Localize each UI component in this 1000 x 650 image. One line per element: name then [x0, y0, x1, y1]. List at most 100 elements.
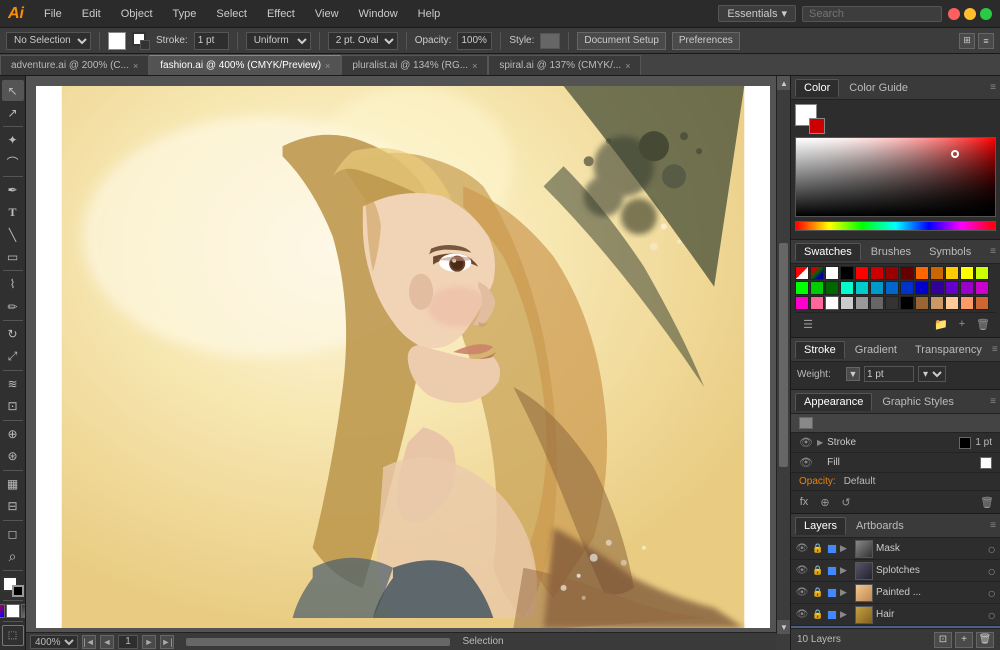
- tab-close-fashion[interactable]: ×: [325, 61, 330, 71]
- eraser-tool-button[interactable]: ◻: [2, 524, 24, 545]
- swatch-black[interactable]: [900, 296, 914, 310]
- new-swatch-btn[interactable]: +: [953, 315, 971, 333]
- scroll-down-arrow[interactable]: ▼: [777, 620, 790, 634]
- swatch-red[interactable]: [855, 266, 869, 280]
- free-transform-tool-button[interactable]: ⊡: [2, 396, 24, 417]
- swatch-darkgreen[interactable]: [810, 281, 824, 295]
- column-graph-tool-button[interactable]: ▦: [2, 474, 24, 495]
- stroke-expand-arrow[interactable]: ▶: [817, 438, 823, 447]
- hue-slider[interactable]: [795, 221, 996, 231]
- zoom-tool-button[interactable]: ⌕: [2, 546, 24, 567]
- weight-decrement-btn[interactable]: ▼: [846, 367, 860, 381]
- painted-lock-icon[interactable]: 🔒: [812, 587, 824, 598]
- swatch-white[interactable]: [825, 296, 839, 310]
- rotate-tool-button[interactable]: ↻: [2, 324, 24, 345]
- lasso-tool-button[interactable]: ⌒: [2, 152, 24, 173]
- selection-tool-button[interactable]: ↖: [2, 80, 24, 101]
- tab-adventure[interactable]: adventure.ai @ 200% (C... ×: [0, 55, 149, 75]
- selection-type-dropdown[interactable]: No Selection: [6, 32, 91, 50]
- add-effect-btn[interactable]: fx: [795, 493, 813, 511]
- scroll-up-arrow[interactable]: ▲: [777, 76, 790, 90]
- fill-appearance-swatch[interactable]: [980, 457, 992, 469]
- panel-toggle-button[interactable]: ⊞: [959, 33, 975, 49]
- make-sublayer-btn[interactable]: ⊡: [934, 632, 952, 648]
- window-maximize-button[interactable]: [980, 8, 992, 20]
- menu-view[interactable]: View: [311, 6, 343, 22]
- stroke-panel-collapse[interactable]: ≡: [992, 344, 998, 355]
- first-page-button[interactable]: |◄: [82, 635, 96, 649]
- window-minimize-button[interactable]: [964, 8, 976, 20]
- brush-size-dropdown[interactable]: 2 pt. Oval: [328, 32, 398, 50]
- swatch-darkmaroon[interactable]: [900, 266, 914, 280]
- swatch-lightpink[interactable]: [810, 296, 824, 310]
- page-number-input[interactable]: [118, 635, 138, 649]
- painted-expand-arrow[interactable]: ▶: [840, 587, 852, 598]
- color-gradient-picker[interactable]: [795, 137, 996, 217]
- swatch-orange[interactable]: [915, 266, 929, 280]
- swatch-maroon[interactable]: [885, 266, 899, 280]
- layers-tab[interactable]: Layers: [795, 517, 846, 535]
- stroke-weight-input[interactable]: [864, 366, 914, 382]
- stroke-visibility-icon[interactable]: 👁: [799, 436, 813, 449]
- scale-tool-button[interactable]: ⤢: [2, 346, 24, 367]
- stroke-inner-swatch[interactable]: [140, 40, 150, 50]
- splotches-lock-icon[interactable]: 🔒: [812, 565, 824, 576]
- swatch-darkblue[interactable]: [900, 281, 914, 295]
- canvas-vertical-scrollbar[interactable]: ▲ ▼: [776, 76, 790, 634]
- arrange-button[interactable]: ≡: [978, 33, 994, 49]
- fill-visibility-icon[interactable]: 👁: [799, 456, 813, 469]
- line-tool-button[interactable]: ╲: [2, 224, 24, 245]
- stroke-tab[interactable]: Stroke: [795, 341, 845, 359]
- pen-tool-button[interactable]: ✒: [2, 180, 24, 201]
- style-swatch[interactable]: [540, 33, 560, 49]
- tab-close-spiral[interactable]: ×: [625, 61, 630, 71]
- opacity-link[interactable]: Opacity:: [799, 476, 836, 487]
- swatches-tab[interactable]: Swatches: [795, 243, 861, 261]
- type-tool-button[interactable]: T: [2, 202, 24, 223]
- stroke-value-input[interactable]: [194, 32, 229, 50]
- delete-swatch-btn[interactable]: 🗑: [974, 315, 992, 333]
- swatch-yellow[interactable]: [960, 266, 974, 280]
- registration-swatch[interactable]: [810, 266, 824, 280]
- document-setup-button[interactable]: Document Setup: [577, 32, 666, 50]
- new-layer-btn[interactable]: +: [955, 632, 973, 648]
- layer-row-hair[interactable]: 👁 🔒 ▶ Hair ○: [791, 604, 1000, 626]
- painted-eye-icon[interactable]: 👁: [795, 587, 809, 598]
- next-page-button[interactable]: ►: [142, 635, 156, 649]
- tab-close-pluralist[interactable]: ×: [472, 61, 477, 71]
- zoom-level-select[interactable]: 400% 200% 100%: [30, 635, 78, 649]
- hair-lock-icon[interactable]: 🔒: [812, 609, 824, 620]
- color-guide-tab[interactable]: Color Guide: [841, 80, 916, 96]
- direct-selection-tool-button[interactable]: ↗: [2, 102, 24, 123]
- tab-close-adventure[interactable]: ×: [133, 61, 138, 71]
- splotches-expand-arrow[interactable]: ▶: [840, 565, 852, 576]
- swatch-lightgray[interactable]: [840, 296, 854, 310]
- swatches-panel-collapse[interactable]: ≡: [990, 246, 996, 257]
- swatch-brown[interactable]: [915, 296, 929, 310]
- swatch-salmon[interactable]: [960, 296, 974, 310]
- appearance-fill-row[interactable]: 👁 ▶ Fill: [791, 453, 1000, 473]
- swatch-menu-btn[interactable]: ☰: [799, 315, 817, 333]
- swatch-pink[interactable]: [795, 296, 809, 310]
- swatch-teal[interactable]: [840, 281, 854, 295]
- delete-layer-btn[interactable]: 🗑: [976, 632, 994, 648]
- stroke-unit-dropdown[interactable]: ▾: [918, 366, 946, 382]
- gradient-tab[interactable]: Gradient: [847, 342, 905, 358]
- preferences-button[interactable]: Preferences: [672, 32, 740, 50]
- scroll-thumb-vertical[interactable]: [779, 243, 788, 466]
- tab-spiral[interactable]: spiral.ai @ 137% (CMYK/... ×: [488, 55, 641, 75]
- delete-appearance-btn[interactable]: 🗑: [978, 493, 996, 511]
- black-swatch[interactable]: [840, 266, 854, 280]
- menu-object[interactable]: Object: [117, 6, 157, 22]
- appearance-stroke-row[interactable]: 👁 ▶ Stroke 1 pt: [791, 433, 1000, 453]
- slice-tool-button[interactable]: ⊟: [2, 496, 24, 517]
- stroke-appearance-swatch[interactable]: [959, 437, 971, 449]
- tab-fashion[interactable]: fashion.ai @ 400% (CMYK/Preview) ×: [149, 55, 341, 75]
- menu-file[interactable]: File: [40, 6, 66, 22]
- hair-eye-icon[interactable]: 👁: [795, 609, 809, 620]
- swatch-green[interactable]: [795, 281, 809, 295]
- color-panel-collapse[interactable]: ≡: [990, 82, 996, 93]
- warp-tool-button[interactable]: ≋: [2, 374, 24, 395]
- shape-builder-tool-button[interactable]: ⊕: [2, 424, 24, 445]
- none-swatch[interactable]: [795, 266, 809, 280]
